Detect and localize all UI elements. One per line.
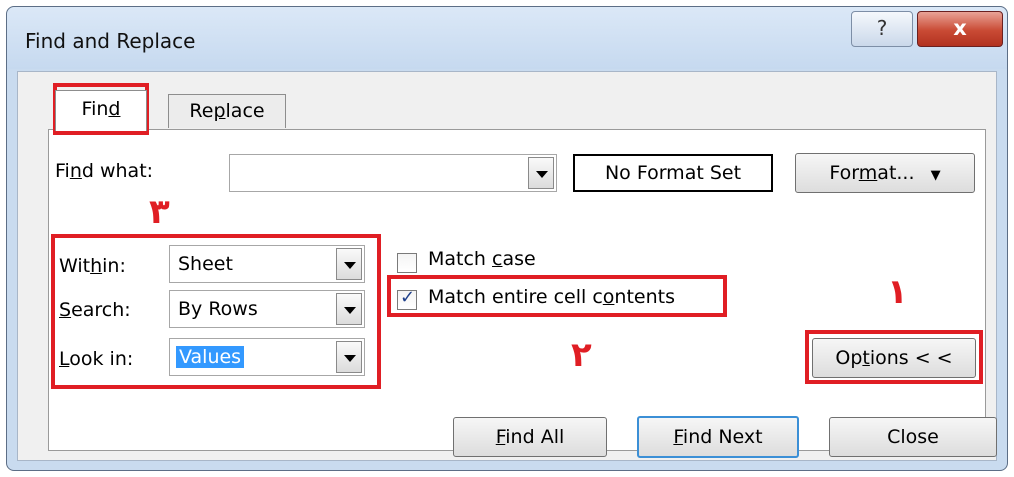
tab-find-label: Fin: [81, 98, 109, 120]
tab-find-accel: d: [108, 98, 121, 120]
close-button-label: Close: [887, 426, 939, 448]
highlight-match-entire: [387, 275, 727, 317]
find-next-label-b: ind Next: [682, 426, 763, 448]
format-button-accel: m: [858, 162, 878, 184]
match-case-checkbox[interactable]: [397, 253, 417, 273]
close-button[interactable]: Close: [829, 417, 997, 457]
format-button-label-a: For: [829, 162, 859, 184]
find-all-label-b: ind All: [505, 426, 565, 448]
find-what-label-accel: n: [69, 160, 82, 182]
chevron-down-icon: ▼: [930, 168, 941, 183]
highlight-options-button: [805, 330, 983, 384]
find-next-accel: F: [673, 426, 683, 448]
tab-replace-label: Re: [189, 100, 214, 122]
find-all-button[interactable]: Find All: [453, 417, 607, 457]
annotation-one: ١: [887, 272, 908, 312]
match-case-label-b: ase: [502, 248, 536, 270]
find-what-label-b: d what:: [81, 160, 154, 182]
help-icon: ?: [876, 16, 888, 40]
find-what-label: Find what:: [55, 160, 153, 182]
dialog-title: Find and Replace: [25, 29, 196, 53]
find-what-input[interactable]: [229, 154, 557, 192]
tab-replace[interactable]: Replace: [168, 94, 286, 128]
close-window-button[interactable]: x: [917, 11, 1003, 47]
help-button[interactable]: ?: [851, 11, 913, 47]
find-all-accel: F: [495, 426, 506, 448]
find-what-label-a: Fi: [55, 160, 70, 182]
match-case-label-accel: c: [492, 248, 503, 270]
annotation-two: ٢: [571, 335, 592, 375]
close-icon: x: [953, 16, 967, 40]
annotation-three: ٣: [149, 192, 170, 232]
tab-find[interactable]: Find: [55, 90, 147, 131]
highlight-search-options: [51, 234, 381, 389]
find-what-dropdown-icon[interactable]: [528, 157, 554, 189]
match-case-label[interactable]: Match case: [428, 248, 536, 270]
format-button-label-b: at...: [877, 162, 915, 184]
tab-replace-accel: p: [213, 100, 226, 122]
format-button[interactable]: Format... ▼: [795, 153, 975, 193]
tab-replace-label-end: lace: [225, 100, 265, 122]
title-bar: Find and Replace ? x: [7, 7, 1007, 69]
find-next-button[interactable]: Find Next: [637, 416, 799, 458]
match-case-label-a: Match: [428, 248, 493, 270]
format-status: No Format Set: [573, 154, 773, 192]
find-replace-dialog: Find and Replace ? x Find Replace Find w…: [6, 6, 1008, 471]
